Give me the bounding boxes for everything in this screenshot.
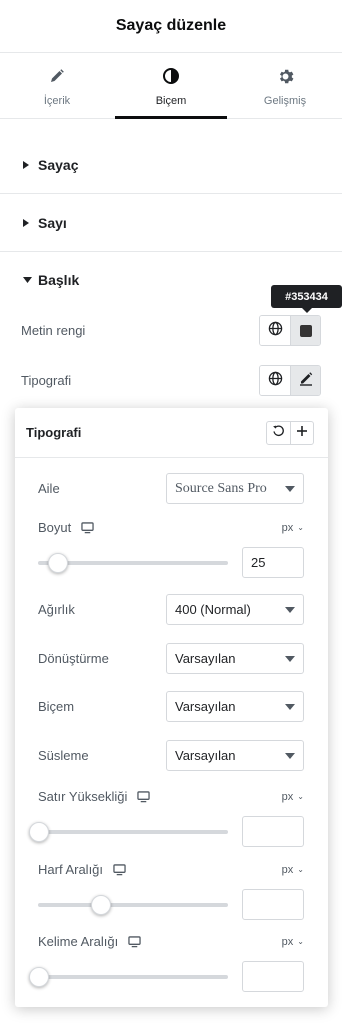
- word-spacing-label: Kelime Aralığı: [38, 934, 119, 949]
- caret-down-icon: [285, 655, 295, 662]
- caret-down-icon: [285, 485, 295, 492]
- caret-right-icon: [23, 219, 33, 227]
- typography-controls: [259, 365, 321, 396]
- desktop-icon[interactable]: [81, 521, 94, 534]
- letter-spacing-slider-thumb[interactable]: [91, 894, 112, 915]
- font-size-label: Boyut: [38, 520, 72, 535]
- line-height-field: Satır Yüksekliği px ⌄: [29, 781, 304, 847]
- font-style-select[interactable]: Varsayılan: [166, 691, 304, 722]
- section-number[interactable]: Sayı: [0, 195, 342, 252]
- plus-icon: [296, 424, 308, 442]
- font-size-unit[interactable]: px ⌄: [282, 522, 304, 534]
- caret-down-icon: [285, 752, 295, 759]
- font-size-field: Boyut px ⌄ 25: [38, 512, 304, 578]
- popover-actions: [266, 421, 314, 445]
- font-style-field: Biçem Varsayılan: [38, 691, 304, 722]
- font-weight-value: 400 (Normal): [175, 602, 251, 617]
- popover-title: Tipografi: [26, 425, 82, 440]
- reset-icon: [272, 424, 285, 442]
- color-tooltip: #353434: [271, 285, 342, 313]
- line-height-slider[interactable]: [29, 821, 228, 842]
- line-height-slider-thumb[interactable]: [29, 821, 49, 842]
- pencil-icon: [298, 370, 314, 391]
- word-spacing-slider[interactable]: [29, 966, 228, 987]
- panel-header: Sayaç düzenle: [0, 0, 342, 53]
- text-transform-value: Varsayılan: [175, 651, 236, 666]
- line-height-unit[interactable]: px ⌄: [282, 791, 304, 803]
- desktop-icon[interactable]: [128, 935, 141, 948]
- text-transform-field: Dönüştürme Varsayılan: [38, 643, 304, 674]
- font-size-input[interactable]: 25: [242, 547, 304, 578]
- text-decoration-label: Süsleme: [38, 748, 89, 763]
- text-transform-select[interactable]: Varsayılan: [166, 643, 304, 674]
- section-counter-title: Sayaç: [38, 157, 79, 173]
- color-swatch: [299, 324, 312, 337]
- globe-icon: [268, 371, 283, 391]
- letter-spacing-label: Harf Aralığı: [38, 862, 104, 877]
- typography-row: Tipografi: [21, 365, 321, 396]
- font-family-value: Source Sans Pro: [175, 480, 267, 496]
- tab-content-label: İçerik: [43, 95, 71, 107]
- letter-spacing-input[interactable]: [242, 889, 304, 920]
- font-family-select[interactable]: Source Sans Pro: [166, 473, 304, 504]
- letter-spacing-field: Harf Aralığı px ⌄: [38, 854, 304, 920]
- typography-popover: Tipografi Aile Source Sans Pro Boyut px …: [15, 408, 328, 1007]
- desktop-icon[interactable]: [137, 790, 151, 803]
- word-spacing-unit[interactable]: px ⌄: [282, 936, 304, 948]
- tab-content[interactable]: İçerik: [0, 53, 114, 118]
- typography-label: Tipografi: [21, 373, 72, 388]
- font-weight-label: Ağırlık: [38, 602, 75, 617]
- font-family-label: Aile: [38, 481, 60, 496]
- section-title-title: Başlık: [38, 271, 80, 288]
- font-style-value: Varsayılan: [175, 699, 236, 714]
- desktop-icon[interactable]: [113, 863, 126, 876]
- font-weight-select[interactable]: 400 (Normal): [166, 594, 304, 625]
- line-height-input[interactable]: [242, 816, 304, 847]
- caret-right-icon: [23, 161, 33, 169]
- tab-style[interactable]: Biçem: [114, 53, 228, 119]
- text-decoration-value: Varsayılan: [175, 748, 236, 763]
- text-color-row: Metin rengi: [21, 315, 321, 346]
- tab-style-label: Biçem: [155, 95, 187, 107]
- half-circle-icon: [162, 67, 180, 85]
- gear-icon: [277, 67, 294, 85]
- text-decoration-select[interactable]: Varsayılan: [166, 740, 304, 771]
- word-spacing-field: Kelime Aralığı px ⌄: [29, 926, 304, 992]
- tab-advanced-label: Gelişmiş: [263, 95, 307, 107]
- text-color-controls: [259, 315, 321, 346]
- text-transform-label: Dönüştürme: [38, 651, 109, 666]
- global-fonts-button[interactable]: [260, 366, 290, 395]
- caret-down-icon: [285, 703, 295, 710]
- text-decoration-field: Süsleme Varsayılan: [38, 740, 304, 771]
- add-button[interactable]: [290, 422, 313, 444]
- font-size-slider-thumb[interactable]: [47, 552, 68, 573]
- section-number-title: Sayı: [38, 215, 67, 231]
- font-size-slider[interactable]: [38, 552, 228, 573]
- section-counter[interactable]: Sayaç: [0, 137, 342, 194]
- font-style-label: Biçem: [38, 699, 75, 714]
- panel-title: Sayaç düzenle: [115, 17, 227, 34]
- tab-bar: İçerik Biçem Gelişmiş: [0, 53, 342, 119]
- tab-advanced[interactable]: Gelişmiş: [228, 53, 342, 118]
- caret-down-icon: [285, 606, 295, 613]
- line-height-label: Satır Yüksekliği: [38, 789, 128, 804]
- font-weight-field: Ağırlık 400 (Normal): [38, 594, 304, 625]
- color-swatch-button[interactable]: [290, 316, 320, 345]
- caret-down-icon: [23, 276, 33, 283]
- globe-icon: [268, 321, 283, 341]
- font-family-field: Aile Source Sans Pro: [38, 473, 304, 504]
- word-spacing-input[interactable]: [242, 961, 304, 992]
- reset-button[interactable]: [267, 422, 290, 444]
- letter-spacing-unit[interactable]: px ⌄: [282, 864, 304, 876]
- word-spacing-slider-thumb[interactable]: [29, 966, 49, 987]
- edit-typography-button[interactable]: [290, 366, 320, 395]
- pencil-icon: [49, 67, 65, 85]
- text-color-label: Metin rengi: [21, 323, 86, 338]
- global-colors-button[interactable]: [260, 316, 290, 345]
- letter-spacing-slider[interactable]: [38, 894, 228, 915]
